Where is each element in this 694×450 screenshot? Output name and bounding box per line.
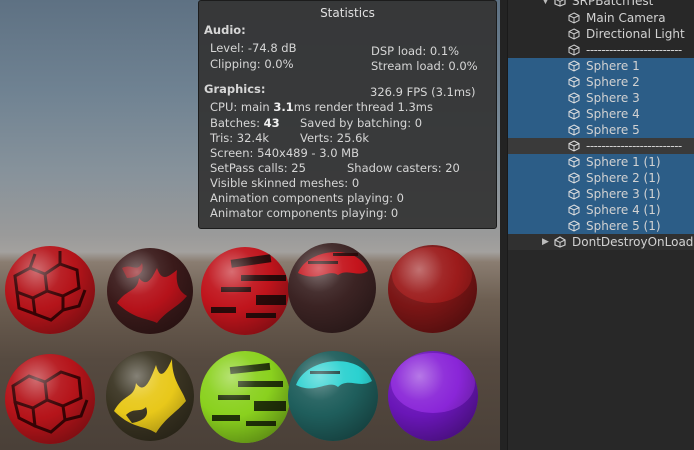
hierarchy-item-sphere-5[interactable]: Sphere 5 — [508, 122, 694, 138]
cube-icon — [568, 92, 580, 104]
dont-destroy-label: DontDestroyOnLoad — [572, 235, 694, 249]
cpu-main-value: 3.1 — [273, 100, 294, 114]
hierarchy-item-sphere-1[interactable]: Sphere 1 — [508, 58, 694, 74]
hierarchy-item-label: Sphere 5 — [586, 123, 640, 137]
hierarchy-item-directional-light[interactable]: Directional Light — [508, 26, 694, 42]
hierarchy-item-sphere-4-copy[interactable]: Sphere 4 (1) — [508, 202, 694, 218]
graphics-fps: 326.9 FPS (3.1ms) — [370, 85, 476, 99]
hierarchy-item-sphere-1-copy[interactable]: Sphere 1 (1) — [508, 154, 694, 170]
hierarchy-item-label: Sphere 2 (1) — [586, 171, 661, 185]
hierarchy-item-sphere-2[interactable]: Sphere 2 — [508, 74, 694, 90]
graphics-header: Graphics: — [204, 82, 266, 96]
hierarchy-item-label: Sphere 3 (1) — [586, 187, 661, 201]
dont-destroy-scene-row[interactable]: ▶ DontDestroyOnLoad — [508, 234, 694, 250]
batches-prefix: Batches: — [210, 116, 264, 130]
cube-icon — [568, 76, 580, 88]
shade — [392, 247, 472, 303]
cube-icon — [568, 188, 580, 200]
audio-stream-load: Stream load: 0.0% — [371, 59, 478, 73]
hierarchy-item-sphere-5-copy[interactable]: Sphere 5 (1) — [508, 218, 694, 234]
hierarchy-item-label: Sphere 4 (1) — [586, 203, 661, 217]
hierarchy-item-separator-2[interactable]: ------------------------- — [508, 138, 694, 154]
fold-arrow-right-icon[interactable]: ▶ — [542, 234, 549, 250]
cyan-splash-pattern — [296, 361, 372, 389]
audio-dsp-load: DSP load: 0.1% — [371, 44, 460, 58]
cube-icon — [568, 12, 580, 24]
graphics-animator-components: Animator components playing: 0 — [210, 206, 399, 220]
hierarchy-item-separator[interactable]: ------------------------- — [508, 42, 694, 58]
sphere-red-cells — [5, 246, 95, 334]
cell-pattern — [13, 251, 87, 322]
scene-name: SRPBatchTest — [572, 0, 654, 8]
unity-scene-icon — [554, 236, 566, 248]
cube-icon — [568, 124, 580, 136]
graphics-saved-by-batching: Saved by batching: 0 — [300, 116, 423, 130]
hierarchy-gutter — [500, 0, 508, 450]
hierarchy-item-sphere-3[interactable]: Sphere 3 — [508, 90, 694, 106]
graphics-verts: Verts: 25.6k — [300, 131, 370, 145]
sphere-green-streaks — [200, 351, 290, 443]
scene-row[interactable]: ▼ SRPBatchTest — [508, 0, 694, 9]
cube-icon — [568, 140, 580, 152]
graphics-skinned-meshes: Visible skinned meshes: 0 — [210, 176, 360, 190]
cube-icon — [568, 108, 580, 120]
statistics-title: Statistics — [320, 6, 375, 20]
cpu-suffix: ms render thread 1.3ms — [293, 100, 433, 114]
fold-arrow-icon[interactable]: ▼ — [542, 0, 549, 9]
sphere-red-black-streaks — [201, 247, 289, 335]
sphere-red-cells-2 — [5, 354, 95, 444]
sphere-yellow-flame — [106, 351, 194, 441]
audio-level: Level: -74.8 dB — [210, 41, 297, 55]
graphics-cpu: CPU: main 3.1ms render thread 1.3ms — [210, 100, 433, 115]
separator-label: ------------------------- — [586, 139, 682, 153]
batches-value: 43 — [263, 116, 280, 130]
statistics-panel: Statistics Audio: Level: -74.8 dB DSP lo… — [198, 0, 497, 229]
hierarchy-item-label: Sphere 1 (1) — [586, 155, 661, 169]
streak-pattern — [211, 254, 286, 318]
splash-pattern — [298, 252, 368, 277]
cell-pattern-2 — [11, 370, 89, 434]
sphere-dark-red-top — [288, 243, 376, 333]
graphics-shadow-casters: Shadow casters: 20 — [347, 161, 460, 175]
hierarchy-panel: ▼ SRPBatchTest Main Camera Directional L… — [500, 0, 694, 450]
yellow-flame-pattern — [114, 359, 186, 433]
hierarchy-item-label: Main Camera — [586, 11, 666, 25]
hierarchy-item-label: Directional Light — [586, 27, 685, 41]
cube-icon — [568, 44, 580, 56]
scene-viewport[interactable]: Statistics Audio: Level: -74.8 dB DSP lo… — [0, 0, 500, 450]
sphere-teal-splash — [288, 351, 378, 441]
cube-icon — [568, 220, 580, 232]
graphics-batches: Batches: 43 — [210, 116, 280, 131]
graphics-tris: Tris: 32.4k — [210, 131, 270, 145]
flame-pattern — [117, 263, 187, 323]
green-streak-pattern — [212, 362, 286, 426]
hierarchy-item-main-camera[interactable]: Main Camera — [508, 10, 694, 26]
purple-shade — [391, 353, 475, 413]
hierarchy-item-label: Sphere 2 — [586, 75, 640, 89]
hierarchy-item-label: Sphere 5 (1) — [586, 219, 661, 233]
sphere-purple — [388, 351, 478, 441]
cube-icon — [568, 156, 580, 168]
cube-icon — [568, 204, 580, 216]
sphere-dark-red-flame — [107, 248, 193, 334]
graphics-animation-components: Animation components playing: 0 — [210, 191, 404, 205]
hierarchy-item-sphere-4[interactable]: Sphere 4 — [508, 106, 694, 122]
hierarchy-item-label: Sphere 1 — [586, 59, 640, 73]
cube-icon — [568, 172, 580, 184]
cpu-prefix: CPU: main — [210, 100, 274, 114]
sphere-solid-dark-red — [388, 245, 477, 333]
hierarchy-item-label: Sphere 3 — [586, 91, 640, 105]
graphics-setpass: SetPass calls: 25 — [210, 161, 306, 175]
cube-icon — [568, 28, 580, 40]
graphics-screen: Screen: 540x489 - 3.0 MB — [210, 146, 359, 160]
hierarchy-item-sphere-3-copy[interactable]: Sphere 3 (1) — [508, 186, 694, 202]
unity-scene-icon — [554, 0, 566, 7]
hierarchy-item-sphere-2-copy[interactable]: Sphere 2 (1) — [508, 170, 694, 186]
audio-clipping: Clipping: 0.0% — [210, 57, 294, 71]
cube-icon — [568, 60, 580, 72]
audio-header: Audio: — [204, 23, 246, 37]
hierarchy-item-label: Sphere 4 — [586, 107, 640, 121]
separator-label: ------------------------- — [586, 43, 682, 57]
